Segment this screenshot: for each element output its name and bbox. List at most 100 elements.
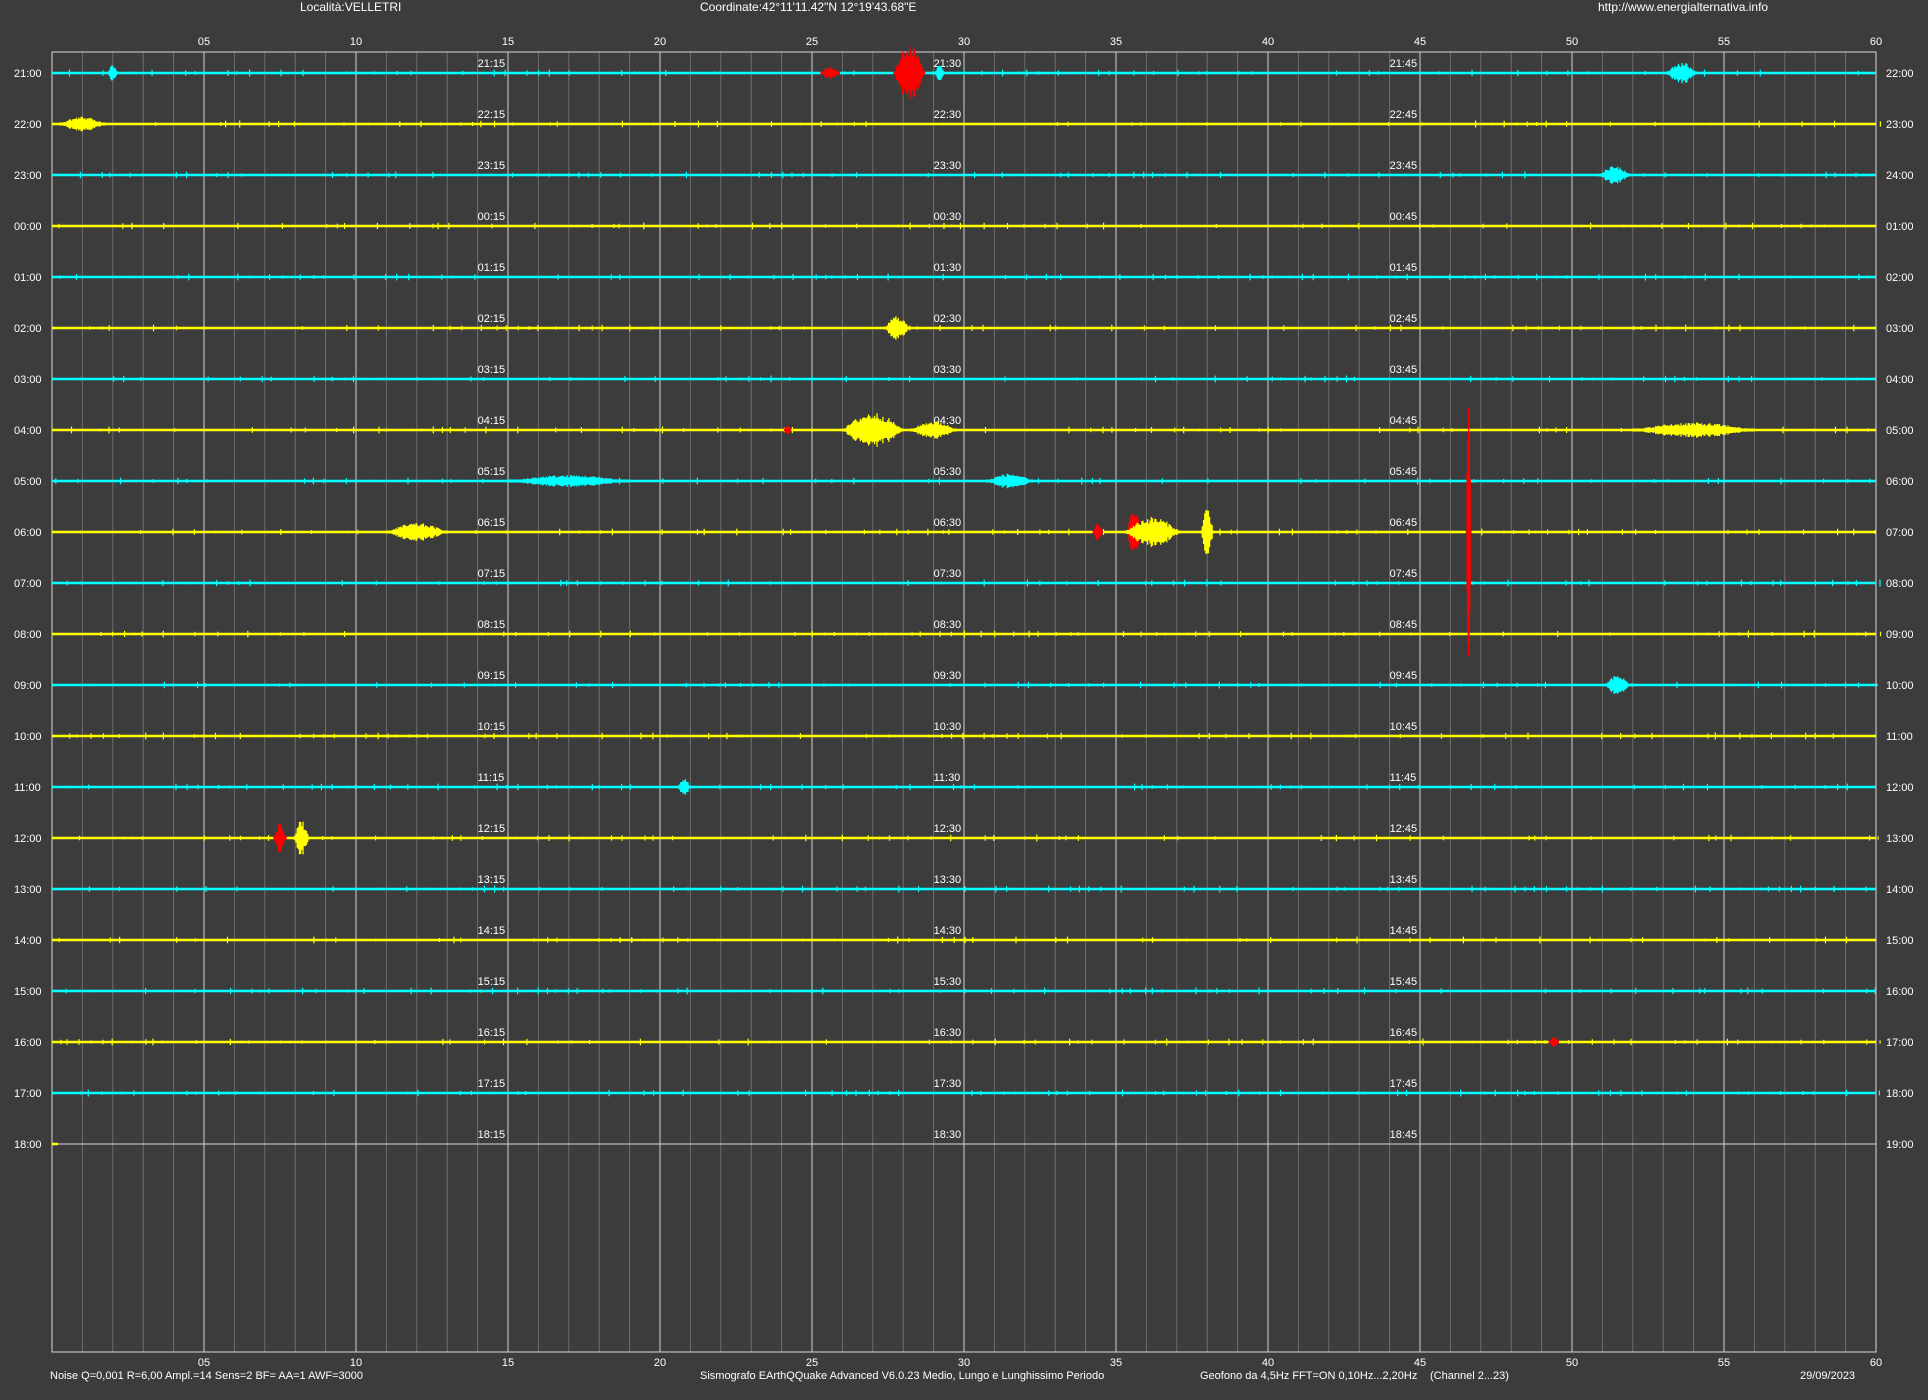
row-end-time: 14:00 (1886, 884, 1914, 896)
x-tick-label-bottom: 25 (806, 1357, 818, 1369)
quarter-label: 21:45 (1390, 58, 1418, 70)
quarter-label: 14:45 (1390, 925, 1418, 937)
row-end-time: 18:00 (1886, 1088, 1914, 1100)
row-start-time: 06:00 (14, 527, 42, 539)
quarter-label: 15:45 (1390, 976, 1418, 988)
quarter-label: 08:15 (478, 619, 506, 631)
quarter-label: 02:45 (1390, 313, 1418, 325)
quarter-label: 16:45 (1390, 1027, 1418, 1039)
seismic-event (1548, 1037, 1559, 1047)
quarter-label: 07:15 (478, 568, 506, 580)
quarter-label: 23:15 (478, 160, 506, 172)
seismic-event (1604, 676, 1631, 694)
row-start-time: 04:00 (14, 425, 42, 437)
row-end-time: 08:00 (1886, 578, 1914, 590)
sensor-label: Geofono da 4,5Hz FFT=ON 0,10Hz...2,20Hz (1200, 1370, 1418, 1382)
x-tick-label-bottom: 40 (1262, 1357, 1274, 1369)
x-tick-label-top: 55 (1718, 36, 1730, 48)
quarter-label: 07:45 (1390, 568, 1418, 580)
quarter-label: 18:15 (478, 1129, 506, 1141)
quarter-label: 01:45 (1390, 262, 1418, 274)
x-tick-label-bottom: 45 (1414, 1357, 1426, 1369)
quarter-label: 12:45 (1390, 823, 1418, 835)
x-tick-label-top: 60 (1870, 36, 1882, 48)
quarter-label: 07:30 (934, 568, 962, 580)
x-tick-label-bottom: 20 (654, 1357, 666, 1369)
row-start-time: 07:00 (14, 578, 42, 590)
seismic-event (273, 824, 287, 852)
quarter-label: 16:30 (934, 1027, 962, 1039)
quarter-label: 05:45 (1390, 466, 1418, 478)
seismic-event (1632, 422, 1756, 438)
seismic-event (783, 425, 792, 435)
date-label: 29/09/2023 (1800, 1370, 1856, 1382)
quarter-label: 10:30 (934, 721, 962, 733)
x-tick-label-bottom: 55 (1718, 1357, 1730, 1369)
quarter-label: 02:30 (934, 313, 962, 325)
quarter-label: 05:30 (934, 466, 962, 478)
quarter-label: 09:45 (1390, 670, 1418, 682)
seismic-event (820, 67, 841, 79)
seismic-event (677, 779, 692, 795)
seismic-event (893, 46, 926, 100)
quarter-label: 15:15 (478, 976, 506, 988)
row-start-time: 11:00 (14, 782, 41, 794)
row-end-time: 23:00 (1886, 119, 1914, 131)
row-end-time: 03:00 (1886, 323, 1914, 335)
row-start-time: 01:00 (14, 272, 42, 284)
x-tick-label-top: 20 (654, 36, 666, 48)
quarter-label: 17:45 (1390, 1078, 1418, 1090)
x-tick-label-top: 30 (958, 36, 970, 48)
quarter-label: 02:15 (478, 313, 506, 325)
quarter-label: 11:15 (478, 772, 505, 784)
quarter-label: 15:30 (934, 976, 962, 988)
x-tick-label-bottom: 60 (1870, 1357, 1882, 1369)
quarter-label: 06:30 (934, 517, 962, 529)
quarter-label: 11:45 (1390, 772, 1417, 784)
row-start-time: 12:00 (14, 833, 42, 845)
x-tick-label-bottom: 35 (1110, 1357, 1122, 1369)
x-tick-label-top: 10 (350, 36, 362, 48)
row-start-time: 16:00 (14, 1037, 42, 1049)
row-start-time: 15:00 (14, 986, 42, 998)
seismic-event (986, 473, 1034, 489)
row-end-time: 06:00 (1886, 476, 1914, 488)
quarter-label: 13:30 (934, 874, 962, 886)
quarter-label: 09:30 (934, 670, 962, 682)
x-tick-label-bottom: 50 (1566, 1357, 1578, 1369)
row-start-time: 22:00 (14, 119, 42, 131)
seismic-event (1092, 523, 1103, 541)
x-tick-label-bottom: 10 (350, 1357, 362, 1369)
row-end-time: 17:00 (1886, 1037, 1914, 1049)
quarter-label: 11:30 (934, 772, 961, 784)
quarter-label: 09:15 (478, 670, 506, 682)
quarter-label: 10:45 (1390, 721, 1418, 733)
row-start-time: 03:00 (14, 374, 42, 386)
quarter-label: 22:15 (478, 109, 506, 121)
quarter-label: 04:45 (1390, 415, 1418, 427)
quarter-label: 00:45 (1390, 211, 1418, 223)
row-start-time: 00:00 (14, 221, 42, 233)
seismic-event (1200, 510, 1214, 554)
row-end-time: 04:00 (1886, 374, 1914, 386)
quarter-label: 06:15 (478, 517, 506, 529)
row-start-time: 05:00 (14, 476, 42, 488)
seismic-event (1466, 521, 1471, 645)
noise-params-label: Noise Q=0,001 R=6,00 Ampl.=14 Sens=2 BF=… (50, 1370, 363, 1382)
quarter-label: 14:30 (934, 925, 962, 937)
quarter-label: 03:30 (934, 364, 962, 376)
seismic-event (385, 522, 448, 542)
row-end-time: 15:00 (1886, 935, 1914, 947)
quarter-label: 04:15 (478, 415, 506, 427)
quarter-label: 01:30 (934, 262, 962, 274)
quarter-label: 06:45 (1390, 517, 1418, 529)
quarter-label: 14:15 (478, 925, 506, 937)
row-start-time: 13:00 (14, 884, 42, 896)
x-tick-label-bottom: 05 (198, 1357, 210, 1369)
row-start-time: 10:00 (14, 731, 42, 743)
row-start-time: 17:00 (14, 1088, 42, 1100)
quarter-label: 00:30 (934, 211, 962, 223)
row-end-time: 02:00 (1886, 272, 1914, 284)
row-end-time: 16:00 (1886, 986, 1914, 998)
x-tick-label-bottom: 30 (958, 1357, 970, 1369)
